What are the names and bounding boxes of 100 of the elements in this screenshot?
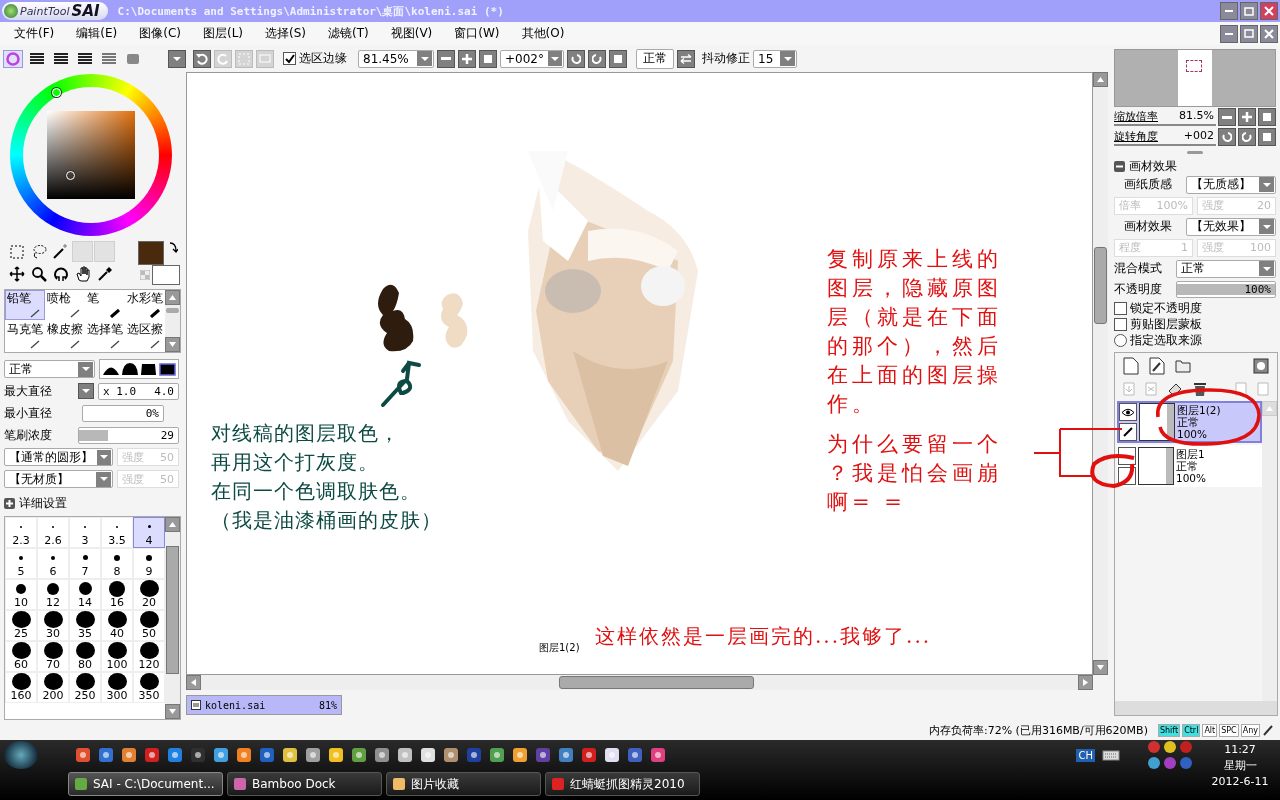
taskbar-button[interactable]: Bamboo Dock xyxy=(227,772,382,796)
min-diameter-label: 最小直径 xyxy=(4,404,53,422)
handwritten-note: 复制原来上线的 图层，隐藏原图 层（就是在下面 的那个），然后 在上面的图层操 作。 xyxy=(827,246,1002,418)
brush-size-preset[interactable]: 4 xyxy=(133,517,165,548)
brush-size-preset[interactable]: 300 xyxy=(101,672,133,703)
brush-size-preset[interactable]: 3 xyxy=(69,517,101,548)
menu-item[interactable]: 编辑(E) xyxy=(76,25,118,42)
brush-size-preset[interactable]: 2.6 xyxy=(37,517,69,548)
layer-row[interactable]: 图层1 正常 100% xyxy=(1117,445,1262,487)
document-tab[interactable]: koleni.sai 81% xyxy=(186,695,342,715)
opacity-label: 不透明度 xyxy=(1114,281,1163,298)
brush-density-label: 笔刷浓度 xyxy=(4,426,53,444)
brush-size-preset[interactable]: 200 xyxy=(37,672,69,703)
brush-tool[interactable]: 选区擦 xyxy=(125,321,165,351)
taskbar-button[interactable]: SAI - C:\Document... xyxy=(68,772,223,796)
handwritten-note: 这样依然是一层画完的...我够了... xyxy=(595,623,932,650)
brush-size-preset[interactable]: 80 xyxy=(69,641,101,672)
menu-item[interactable]: 图像(C) xyxy=(139,25,181,42)
blend-mode-label: 混合模式 xyxy=(1114,260,1163,277)
taskbar-button[interactable]: 红蜻蜓抓图精灵2010 xyxy=(545,772,700,796)
logo-text: PaintTool xyxy=(20,4,70,18)
paper-texture-label: 画纸质感 xyxy=(1124,176,1173,193)
layer-opacity: 100% xyxy=(1177,428,1209,440)
brush-size-preset[interactable]: 350 xyxy=(133,672,165,703)
layer-name: 图层1 xyxy=(1176,448,1206,460)
window-title: C:\Documents and Settings\Administrator\桌面\koleni.sai (*) xyxy=(117,3,504,19)
menu-item[interactable]: 视图(V) xyxy=(390,25,433,42)
menu-item[interactable]: 文件(F) xyxy=(14,25,55,42)
option-label[interactable]: 指定选取来源 xyxy=(1130,331,1202,349)
layer-row[interactable]: 图层1(2) 正常 100% xyxy=(1117,401,1262,443)
brush-size-preset[interactable]: 20 xyxy=(133,579,165,610)
brush-tool[interactable]: 铅笔 xyxy=(5,290,45,320)
material-effect-dropdown[interactable]: 【无效果】 xyxy=(1186,217,1276,236)
option-label[interactable]: 剪贴图层蒙板 xyxy=(1130,315,1202,333)
key-indicator: SPC xyxy=(1219,723,1239,737)
material-effect-label: 画材效果 xyxy=(1124,218,1173,235)
brush-texture-dropdown[interactable]: 【无材质】 xyxy=(4,470,113,488)
paper-texture-dropdown[interactable]: 【无质感】 xyxy=(1186,175,1276,194)
brush-size-preset[interactable]: 8 xyxy=(101,548,133,579)
brush-size-preset[interactable]: 250 xyxy=(69,672,101,703)
brush-size-preset[interactable]: 60 xyxy=(5,641,37,672)
layer-mode: 正常 xyxy=(1176,460,1199,472)
brush-tool[interactable]: 笔 xyxy=(85,290,125,320)
menu-item[interactable]: 图层(L) xyxy=(202,25,244,42)
brush-size-preset[interactable]: 120 xyxy=(133,641,165,672)
brush-size-preset[interactable]: 160 xyxy=(5,672,37,703)
menu-item[interactable]: 滤镜(T) xyxy=(328,25,369,42)
language-indicator[interactable]: CH xyxy=(1076,748,1095,762)
blend-mode-dropdown[interactable]: 正常 xyxy=(4,360,95,378)
brush-tool[interactable]: 马克笔 xyxy=(5,321,45,351)
stabilizer-field[interactable]: 15 xyxy=(753,49,797,68)
opacity-slider[interactable]: 100% xyxy=(1176,281,1276,298)
brush-tool[interactable]: 喷枪 xyxy=(45,290,85,320)
max-diameter-label: 最大直径 xyxy=(4,382,53,400)
handwritten-note: 为什么要留一个 ？我是怕会画崩 啊= = xyxy=(827,431,1002,516)
brush-size-preset[interactable]: 50 xyxy=(133,610,165,641)
key-indicator: Any xyxy=(1240,723,1260,737)
option-label[interactable]: 锁定不透明度 xyxy=(1130,299,1202,317)
layer-mode: 正常 xyxy=(1177,416,1200,428)
brush-size-preset[interactable]: 6 xyxy=(37,548,69,579)
brush-density-slider[interactable]: 29 xyxy=(78,426,179,444)
brush-tool[interactable]: 水彩笔 xyxy=(125,290,165,320)
brush-size-preset[interactable]: 7 xyxy=(69,548,101,579)
key-indicator: Alt xyxy=(1202,723,1218,737)
brush-size-preset[interactable]: 25 xyxy=(5,610,37,641)
blend-mode-dropdown[interactable]: 正常 xyxy=(1176,259,1276,278)
key-indicator: Shift xyxy=(1157,723,1181,737)
stabilizer-label: 抖动修正 xyxy=(702,50,750,67)
brush-size-preset[interactable]: 35 xyxy=(69,610,101,641)
menu-item[interactable]: 其他(O) xyxy=(521,25,565,42)
brush-size-preset[interactable]: 100 xyxy=(101,641,133,672)
memory-status: 内存负荷率:72% (已用316MB/可用620MB) xyxy=(928,722,1148,738)
brush-size-preset[interactable]: 16 xyxy=(101,579,133,610)
brush-size-preset[interactable]: 12 xyxy=(37,579,69,610)
clock[interactable]: 11:27 星期一 2012-6-11 xyxy=(1200,742,1280,790)
brush-size-preset[interactable]: 3.5 xyxy=(101,517,133,548)
menu-item[interactable]: 选择(S) xyxy=(265,25,306,42)
handwritten-note: 对线稿的图层取色， 再用这个打灰度。 在同一个色调取肤色。 （我是油漆桶画的皮肤） xyxy=(211,420,442,534)
brush-tool[interactable]: 选择笔 xyxy=(85,321,125,351)
selection-edge-checkbox[interactable]: 选区边缘 xyxy=(283,50,347,67)
brush-size-preset[interactable]: 40 xyxy=(101,610,133,641)
layer-name: 图层1(2) xyxy=(1177,404,1221,416)
brush-shape-dropdown[interactable]: 【通常的圆形】 xyxy=(4,448,113,466)
section-title[interactable]: 画材效果 xyxy=(1129,157,1177,175)
taskbar-button[interactable]: 图片收藏 xyxy=(386,772,541,796)
layer-opacity: 100% xyxy=(1176,472,1207,484)
brush-size-preset[interactable]: 14 xyxy=(69,579,101,610)
blend-button[interactable]: 正常 xyxy=(636,48,674,69)
menu-item[interactable]: 窗口(W) xyxy=(454,25,500,42)
detail-settings-label[interactable]: 详细设置 xyxy=(19,494,67,512)
brush-tool[interactable]: 橡皮擦 xyxy=(45,321,85,351)
key-indicator: Ctrl xyxy=(1182,723,1201,737)
brush-size-preset[interactable]: 30 xyxy=(37,610,69,641)
angle-field[interactable]: +002° xyxy=(500,49,564,68)
brush-size-preset[interactable]: 10 xyxy=(5,579,37,610)
brush-size-preset[interactable]: 2.3 xyxy=(5,517,37,548)
zoom-field[interactable]: 81.45% xyxy=(358,49,434,68)
brush-size-preset[interactable]: 5 xyxy=(5,548,37,579)
brush-size-preset[interactable]: 70 xyxy=(37,641,69,672)
layer-name-label: 图层1(2) xyxy=(539,641,580,655)
